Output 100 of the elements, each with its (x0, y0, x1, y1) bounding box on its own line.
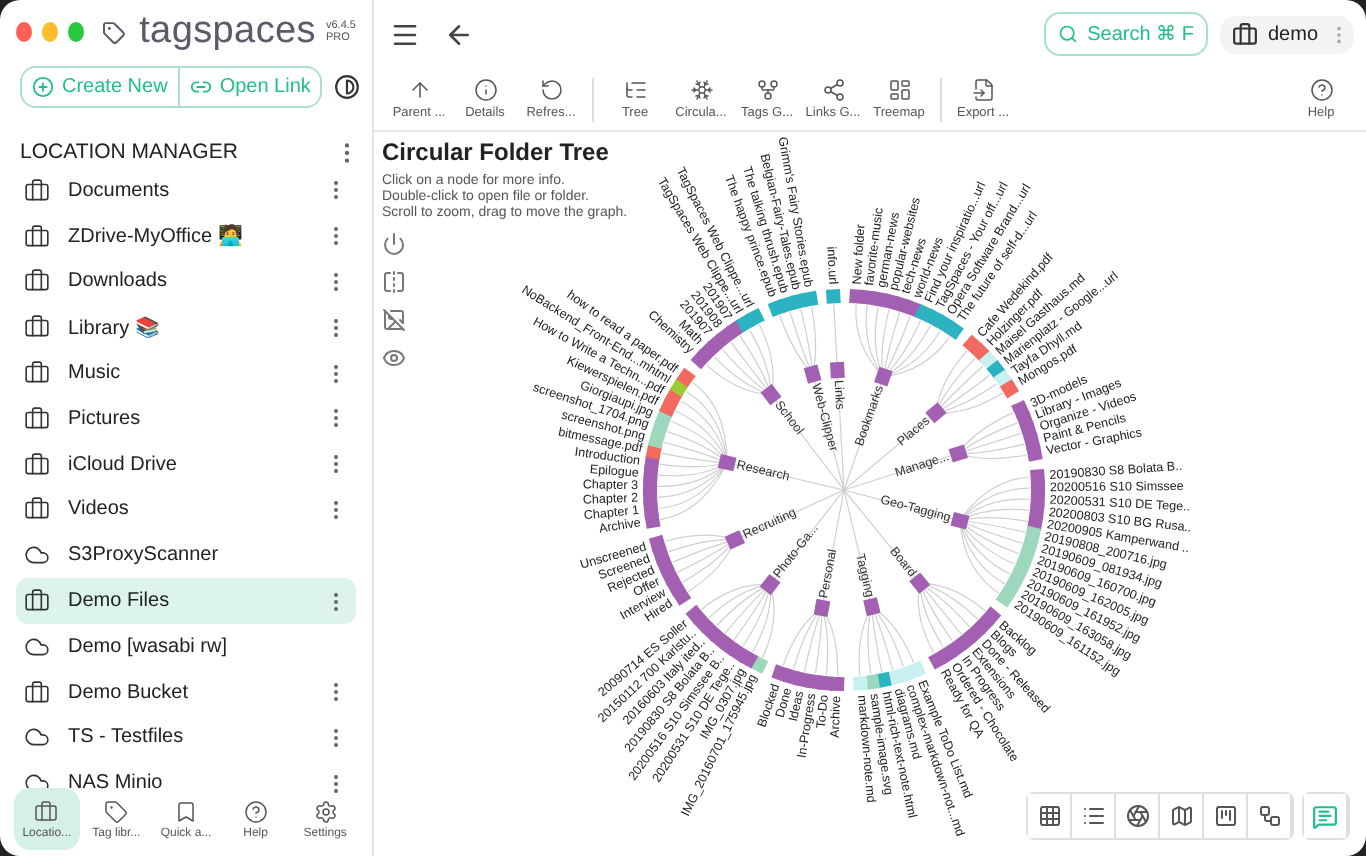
location-name: Documents (68, 179, 172, 202)
file-node[interactable] (676, 367, 696, 388)
location-item[interactable]: Downloads (16, 259, 356, 305)
location-item[interactable]: Pictures (16, 395, 356, 442)
refresh-icon (539, 78, 563, 102)
briefcase-icon (24, 360, 50, 387)
location-name: Pictures (68, 407, 143, 430)
circular-icon (689, 78, 713, 102)
location-name: Demo Bucket (68, 681, 191, 704)
location-item[interactable]: TS - Testfiles (16, 715, 356, 761)
settings-icon (313, 799, 338, 823)
folder-node[interactable] (803, 364, 822, 384)
location-name: Demo [wasabi rw] (68, 635, 229, 658)
folder-node[interactable] (874, 366, 893, 387)
file-node[interactable] (771, 664, 790, 683)
briefcase-icon (24, 223, 50, 250)
location-item[interactable]: Music (16, 350, 356, 396)
location-name: Videos (68, 498, 131, 521)
treemap-icon (887, 78, 911, 102)
file-node[interactable] (1026, 445, 1043, 462)
location-name: Music (68, 362, 123, 385)
grid-view-button[interactable] (1028, 794, 1072, 838)
theme-icon[interactable] (334, 74, 360, 100)
file-node[interactable] (826, 288, 841, 304)
location-item[interactable]: Demo Bucket (16, 669, 356, 716)
folder-node[interactable] (830, 361, 845, 379)
briefcase-icon (24, 496, 50, 523)
briefcase-icon (24, 268, 50, 295)
logo-icon (101, 17, 126, 47)
file-node[interactable] (685, 604, 706, 625)
link-icon (189, 76, 212, 98)
help-icon (1309, 78, 1333, 102)
plus-icon (32, 76, 54, 98)
details-icon (473, 78, 497, 102)
location-item[interactable]: Demo Files (16, 578, 356, 624)
close-icon[interactable] (16, 22, 32, 42)
kanban-icon (1213, 804, 1237, 828)
file-node[interactable] (944, 320, 964, 340)
location-item[interactable]: Videos (16, 487, 356, 533)
briefcase-icon (1231, 21, 1258, 47)
location-item[interactable]: Demo [wasabi rw] (16, 623, 356, 670)
briefcase-icon (24, 405, 50, 432)
image-off-icon[interactable] (382, 308, 406, 332)
location-chip[interactable]: demo (1219, 15, 1354, 53)
cloud-icon (24, 633, 50, 660)
location-name: Downloads (68, 270, 169, 293)
export-icon (971, 78, 995, 102)
briefcase-icon (24, 314, 50, 341)
location-name: Demo Files (68, 590, 172, 613)
eye-icon[interactable] (382, 346, 406, 370)
tags-icon (755, 78, 779, 102)
briefcase-icon (24, 177, 50, 204)
location-item[interactable]: ZDrive-MyOffice 🧑‍💻 (16, 213, 356, 260)
folder-node[interactable] (863, 597, 881, 617)
tags-icon (104, 799, 129, 823)
section-title: LOCATION MANAGER (20, 140, 238, 164)
folder-node[interactable] (717, 454, 737, 472)
reset-icon[interactable] (382, 232, 406, 256)
folder-node[interactable] (813, 598, 831, 618)
file-node[interactable] (746, 307, 765, 327)
location-name: iCloud Drive (68, 453, 179, 476)
quick-icon (173, 799, 198, 823)
help-icon (243, 799, 268, 823)
back-icon[interactable] (444, 19, 474, 49)
file-node[interactable] (802, 290, 819, 308)
location-item[interactable]: S3ProxyScanner (16, 532, 356, 579)
cloud-icon (24, 542, 50, 569)
tree-icon (623, 78, 647, 102)
grid-icon (1037, 804, 1061, 828)
parent-icon (407, 78, 431, 102)
file-node[interactable] (648, 534, 667, 553)
location-name: Library 📚 (68, 315, 161, 340)
maximize-icon[interactable] (67, 22, 84, 42)
location-name: TS - Testfiles (68, 726, 186, 749)
briefcase-icon (24, 588, 50, 615)
folder-node[interactable] (950, 511, 970, 530)
locations-icon (34, 799, 59, 823)
file-node[interactable] (852, 675, 868, 691)
view-title: Circular Folder Tree (382, 138, 609, 166)
chat-icon (1312, 803, 1338, 829)
links-icon (821, 78, 845, 102)
location-name: S3ProxyScanner (68, 544, 221, 567)
location-item[interactable]: Library 📚 (16, 304, 356, 351)
menu-icon[interactable] (390, 19, 420, 49)
file-node[interactable] (995, 587, 1016, 608)
app-logo: tagspaces (139, 10, 316, 54)
file-node[interactable] (928, 650, 948, 670)
briefcase-icon (24, 679, 50, 706)
folder-node[interactable] (724, 530, 746, 550)
folder-node[interactable] (925, 402, 947, 424)
location-name: ZDrive-MyOffice 🧑‍💻 (68, 224, 244, 249)
location-item[interactable]: iCloud Drive (16, 441, 356, 488)
flip-icon[interactable] (382, 270, 406, 294)
map-icon (1169, 804, 1193, 828)
search-icon (1057, 24, 1078, 44)
file-node[interactable] (999, 379, 1020, 399)
cloud-icon (24, 724, 50, 751)
folder-node[interactable] (948, 444, 969, 463)
location-item[interactable]: Documents (16, 168, 356, 214)
aperture-icon (1125, 804, 1149, 828)
